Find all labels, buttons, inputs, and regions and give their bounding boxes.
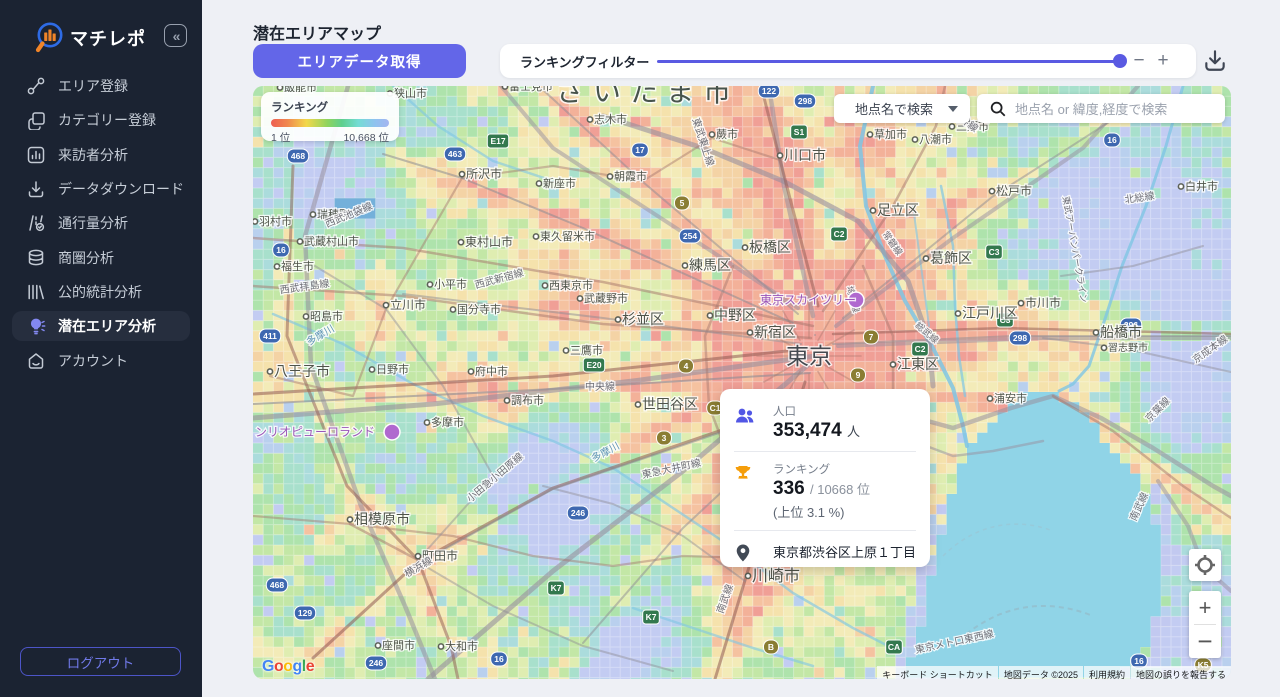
svg-text:葛飾区: 葛飾区 <box>930 250 972 266</box>
svg-text:浦安市: 浦安市 <box>994 392 1027 405</box>
svg-text:習志野市: 習志野市 <box>1108 341 1148 354</box>
svg-text:富士見市: 富士見市 <box>509 86 553 93</box>
svg-text:16: 16 <box>494 654 504 664</box>
svg-text:市川市: 市川市 <box>1025 296 1061 310</box>
svg-text:東村山市: 東村山市 <box>465 235 513 249</box>
svg-text:志木市: 志木市 <box>594 113 627 126</box>
svg-text:東京: 東京 <box>786 343 832 369</box>
svg-text:武蔵野市: 武蔵野市 <box>584 292 628 305</box>
svg-text:八潮市: 八潮市 <box>919 132 952 146</box>
svg-text:298: 298 <box>1013 333 1027 343</box>
svg-text:411: 411 <box>263 331 277 341</box>
svg-text:羽村市: 羽村市 <box>259 214 292 228</box>
svg-text:468: 468 <box>270 580 284 590</box>
svg-text:ンリオピューロランド: ンリオピューロランド <box>255 425 375 439</box>
svg-text:C2: C2 <box>834 229 845 239</box>
svg-text:16: 16 <box>1107 135 1117 145</box>
svg-text:相模原市: 相模原市 <box>354 511 410 527</box>
svg-text:468: 468 <box>291 151 305 161</box>
svg-text:E20: E20 <box>586 360 601 370</box>
svg-text:新座市: 新座市 <box>543 177 576 190</box>
svg-text:松戸市: 松戸市 <box>996 184 1032 198</box>
svg-text:16: 16 <box>1134 656 1144 666</box>
svg-text:狭山市: 狭山市 <box>394 87 427 100</box>
svg-text:16: 16 <box>276 245 286 255</box>
svg-text:9: 9 <box>856 370 861 380</box>
svg-text:K7: K7 <box>646 612 657 622</box>
svg-text:463: 463 <box>448 149 462 159</box>
svg-text:調布市: 調布市 <box>511 394 544 407</box>
svg-text:白井市: 白井市 <box>1185 179 1218 193</box>
svg-text:江東区: 江東区 <box>897 356 939 372</box>
svg-text:小平市: 小平市 <box>434 278 467 291</box>
svg-text:所沢市: 所沢市 <box>466 167 502 181</box>
svg-text:さいたま市: さいたま市 <box>556 86 740 107</box>
svg-text:西東京市: 西東京市 <box>549 279 593 292</box>
svg-text:246: 246 <box>369 658 383 668</box>
svg-text:254: 254 <box>683 231 697 241</box>
svg-text:129: 129 <box>298 608 312 618</box>
svg-text:川口市: 川口市 <box>784 147 826 163</box>
svg-text:草加市: 草加市 <box>874 128 907 141</box>
svg-text:S1: S1 <box>794 127 805 137</box>
svg-text:246: 246 <box>571 508 585 518</box>
svg-text:3: 3 <box>662 433 667 443</box>
svg-text:昭島市: 昭島市 <box>310 309 343 323</box>
svg-text:122: 122 <box>762 86 776 96</box>
svg-text:三鷹市: 三鷹市 <box>570 344 603 357</box>
svg-text:C2: C2 <box>915 344 926 354</box>
svg-text:足立区: 足立区 <box>877 202 919 218</box>
svg-text:中央線: 中央線 <box>585 380 615 393</box>
svg-text:杉並区: 杉並区 <box>622 311 664 327</box>
svg-text:CA: CA <box>888 642 900 652</box>
svg-text:B: B <box>768 642 774 652</box>
svg-text:世田谷区: 世田谷区 <box>642 396 698 412</box>
svg-text:7: 7 <box>869 332 874 342</box>
svg-text:中野区: 中野区 <box>714 307 756 323</box>
svg-text:府中市: 府中市 <box>475 365 508 378</box>
svg-text:練馬区: 練馬区 <box>689 257 731 273</box>
svg-text:蕨市: 蕨市 <box>716 128 738 141</box>
svg-text:板橋区: 板橋区 <box>749 239 791 255</box>
svg-text:朝霞市: 朝霞市 <box>614 170 647 183</box>
svg-text:E17: E17 <box>490 136 505 146</box>
svg-text:C3: C3 <box>989 247 1000 257</box>
svg-text:5: 5 <box>680 198 685 208</box>
svg-text:武蔵村山市: 武蔵村山市 <box>304 234 359 248</box>
svg-text:K7: K7 <box>551 583 562 593</box>
svg-text:国分寺市: 国分寺市 <box>457 303 501 316</box>
svg-text:江戸川区: 江戸川区 <box>962 305 1018 321</box>
svg-text:船橋市: 船橋市 <box>1100 324 1142 340</box>
svg-text:日野市: 日野市 <box>376 363 409 376</box>
svg-text:川崎市: 川崎市 <box>752 567 800 585</box>
svg-text:17: 17 <box>635 145 645 155</box>
svg-text:東京スカイツリー: 東京スカイツリー <box>760 293 856 307</box>
svg-text:福生市: 福生市 <box>281 259 314 273</box>
svg-text:4: 4 <box>684 361 689 371</box>
svg-text:立川市: 立川市 <box>390 298 426 312</box>
svg-text:座間市: 座間市 <box>382 639 415 652</box>
svg-text:298: 298 <box>798 96 812 106</box>
svg-text:新宿区: 新宿区 <box>754 324 796 340</box>
svg-text:大和市: 大和市 <box>445 639 478 653</box>
svg-text:東久留米市: 東久留米市 <box>540 230 595 243</box>
svg-text:多摩市: 多摩市 <box>431 415 464 429</box>
svg-text:八王子市: 八王子市 <box>274 363 330 379</box>
